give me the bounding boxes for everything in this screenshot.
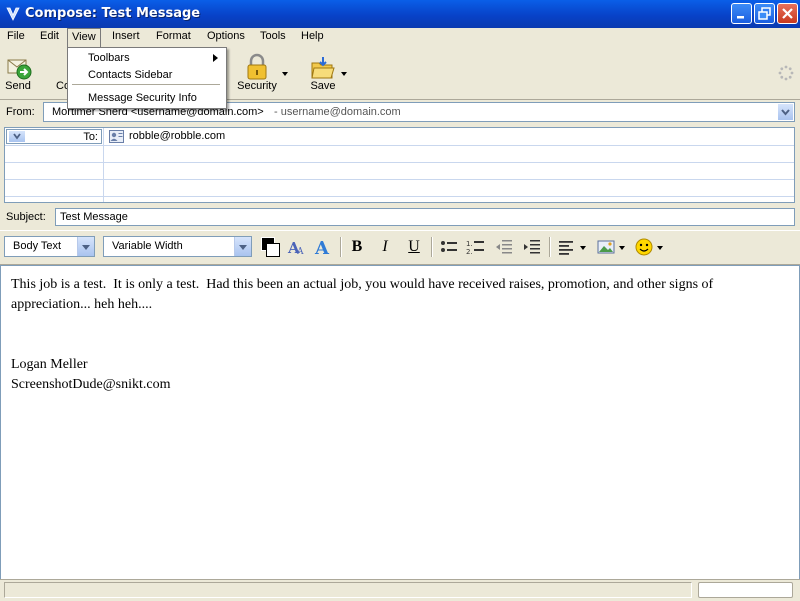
text-color-button[interactable] <box>258 235 280 257</box>
chevron-down-icon <box>781 109 790 116</box>
minimize-icon <box>737 16 744 19</box>
security-button[interactable]: Security <box>232 51 282 97</box>
indent-icon <box>524 240 540 254</box>
message-body-editor[interactable]: This job is a test. It is only a test. H… <box>0 265 800 580</box>
numbered-list-icon: 1.2. <box>466 240 484 256</box>
close-button[interactable] <box>777 3 798 24</box>
menu-edit[interactable]: Edit <box>40 30 59 42</box>
outdent-icon <box>496 240 512 254</box>
security-label: Security <box>237 80 277 92</box>
smiley-dropdown-arrow[interactable] <box>657 246 663 250</box>
minimize-button[interactable] <box>731 3 752 24</box>
paragraph-style-select[interactable]: Body Text <box>4 236 95 257</box>
from-dropdown-button[interactable] <box>778 104 793 120</box>
decrease-font-size-button[interactable]: AA <box>286 237 306 257</box>
align-button[interactable] <box>557 237 577 257</box>
menu-help[interactable]: Help <box>301 30 324 42</box>
save-label: Save <box>310 80 336 92</box>
toolbar-separator <box>340 237 342 257</box>
view-menu-separator <box>72 84 220 85</box>
menu-tools[interactable]: Tools <box>260 30 286 42</box>
menu-options[interactable]: Options <box>207 30 245 42</box>
svg-text:2.: 2. <box>466 248 473 256</box>
format-toolbar: Body Text Variable Width AA A B I U 1. 2. <box>0 230 800 265</box>
body-line: appreciation... heh heh.... <box>11 297 153 312</box>
align-left-icon <box>559 241 573 255</box>
status-bar <box>0 579 800 601</box>
window-title: Compose: Test Message <box>25 6 201 21</box>
menu-insert[interactable]: Insert <box>112 30 140 42</box>
paragraph-style-value: Body Text <box>13 240 62 252</box>
chevron-down-icon[interactable] <box>77 237 94 256</box>
view-menu-message-security-info[interactable]: Message Security Info <box>88 92 197 104</box>
larger-font-icon: A <box>314 238 330 259</box>
smaller-font-icon: AA <box>287 239 304 257</box>
subject-input[interactable]: Test Message <box>55 208 795 226</box>
recipient-type-dropdown[interactable] <box>9 131 25 142</box>
signature-name: Logan Meller <box>11 357 88 372</box>
svg-text:A: A <box>296 247 304 257</box>
numbered-list-button[interactable]: 1. 2. <box>466 237 486 257</box>
bold-button[interactable]: B <box>347 237 367 257</box>
bullet-list-icon <box>441 241 457 252</box>
recipient-type-select[interactable]: To: <box>6 129 102 144</box>
toolbar-separator <box>549 237 551 257</box>
security-dropdown-arrow[interactable] <box>282 72 288 76</box>
save-button[interactable]: Save <box>306 51 340 97</box>
restore-icon <box>758 7 771 20</box>
increase-font-size-button[interactable]: A <box>314 237 334 259</box>
align-dropdown-arrow[interactable] <box>580 246 586 250</box>
to-label: To: <box>83 131 98 143</box>
font-select[interactable]: Variable Width <box>103 236 252 257</box>
body-line: This job is a test. It is only a test. H… <box>11 277 714 292</box>
svg-text:A: A <box>314 238 330 257</box>
chevron-down-icon <box>13 133 21 140</box>
insert-dropdown-arrow[interactable] <box>619 246 625 250</box>
background-color-swatch <box>266 243 280 257</box>
submenu-arrow-icon <box>213 54 218 62</box>
toolbar-separator <box>431 237 433 257</box>
outdent-button[interactable] <box>494 237 514 257</box>
view-menu-dropdown: Toolbars Contacts Sidebar Message Securi… <box>67 47 227 109</box>
smiley-icon <box>635 238 653 256</box>
underline-button[interactable]: U <box>404 237 424 257</box>
progress-bar <box>698 582 793 598</box>
contact-card-icon <box>109 130 124 143</box>
view-menu-toolbars[interactable]: Toolbars <box>88 52 130 64</box>
smiley-button[interactable] <box>634 237 654 257</box>
status-text-panel <box>4 582 692 598</box>
insert-image-icon <box>597 240 615 254</box>
menu-format[interactable]: Format <box>156 30 191 42</box>
svg-text:1.: 1. <box>466 240 473 248</box>
recipient-list: To: robble@robble.com <box>4 127 795 203</box>
send-icon <box>7 59 32 80</box>
menu-bar: File Edit View Insert Format Options Too… <box>0 28 800 48</box>
subject-label: Subject: <box>6 211 46 223</box>
chevron-down-icon[interactable] <box>234 237 251 256</box>
compose-app-icon <box>5 6 21 22</box>
close-icon <box>782 8 793 19</box>
indent-button[interactable] <box>522 237 542 257</box>
font-value: Variable Width <box>112 240 183 252</box>
italic-button[interactable]: I <box>375 237 395 257</box>
send-label: Send <box>5 80 31 92</box>
to-recipient[interactable]: robble@robble.com <box>129 130 225 142</box>
throbber-icon <box>778 65 794 81</box>
title-bar: Compose: Test Message <box>0 0 800 28</box>
restore-button[interactable] <box>754 3 775 24</box>
view-menu-contacts-sidebar[interactable]: Contacts Sidebar <box>88 69 172 81</box>
send-button[interactable]: Send <box>0 51 36 97</box>
from-account: - username@domain.com <box>274 106 401 118</box>
bullet-list-button[interactable] <box>439 237 459 257</box>
menu-file[interactable]: File <box>7 30 25 42</box>
save-dropdown-arrow[interactable] <box>341 72 347 76</box>
signature-email: ScreenshotDude@snikt.com <box>11 377 171 392</box>
menu-view[interactable]: View <box>67 28 101 48</box>
save-folder-icon <box>311 57 335 79</box>
from-label: From: <box>6 106 35 118</box>
insert-image-button[interactable] <box>596 237 616 257</box>
lock-icon <box>247 53 267 80</box>
